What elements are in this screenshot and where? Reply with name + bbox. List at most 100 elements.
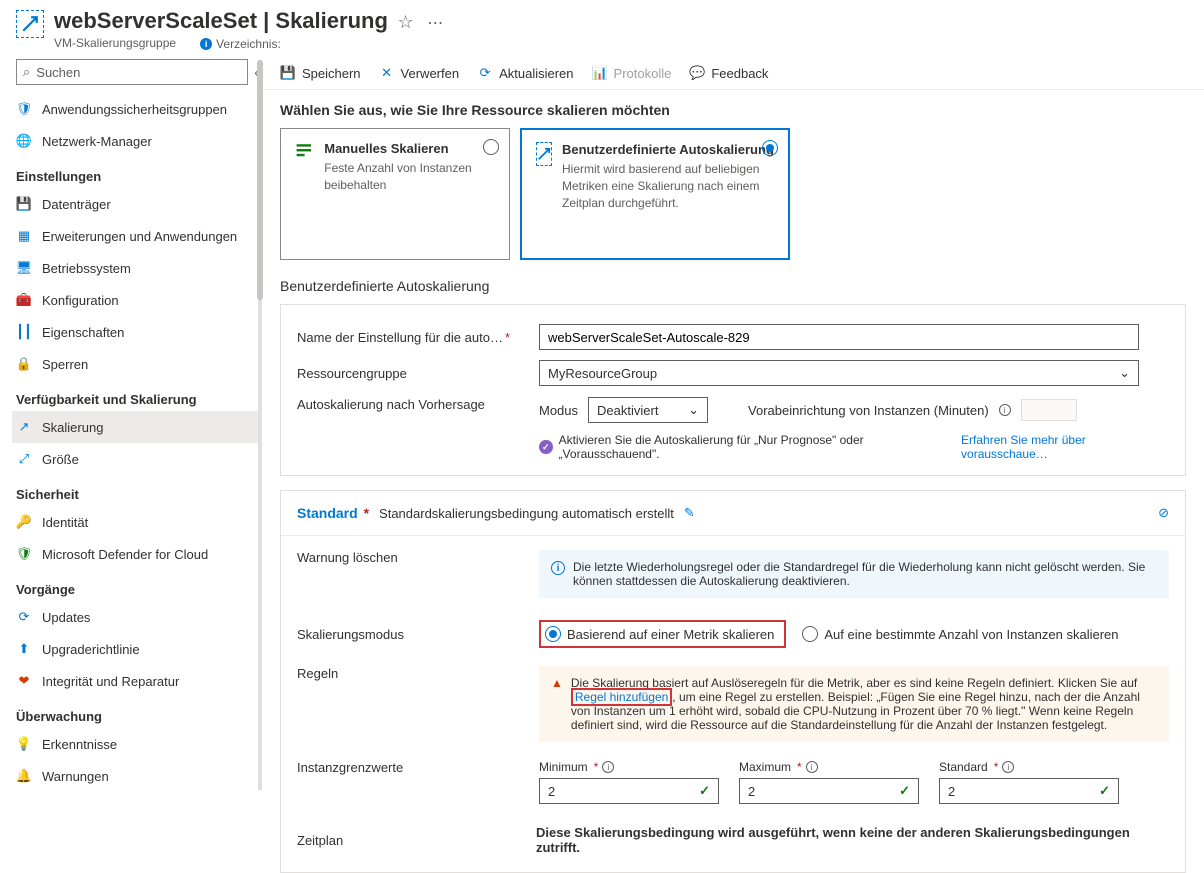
- health-icon: ❤: [16, 673, 32, 689]
- edit-icon[interactable]: ✎: [684, 505, 695, 521]
- rules-label: Regeln: [297, 666, 527, 681]
- schedule-label: Zeitplan: [297, 833, 524, 848]
- logs-button[interactable]: 📊Protokolle: [592, 65, 672, 81]
- resource-type: VM-Skalierungsgruppe: [54, 36, 176, 50]
- manual-radio[interactable]: [483, 139, 499, 155]
- chevron-down-icon: ⌄: [1119, 365, 1130, 381]
- refresh-button[interactable]: ⟳Aktualisieren: [477, 65, 573, 81]
- nav-insights[interactable]: 💡Erkenntnisse: [12, 728, 262, 760]
- network-icon: 🌐: [16, 133, 32, 149]
- nav-upgrade-policy[interactable]: ⬆Upgraderichtlinie: [12, 633, 262, 665]
- scale-icon: ↗: [16, 419, 32, 435]
- predictive-note: Aktivieren Sie die Autoskalierung für „N…: [559, 433, 955, 461]
- info-icon: i: [551, 561, 565, 575]
- manual-icon: [295, 141, 314, 165]
- info-icon[interactable]: i: [1002, 761, 1014, 773]
- nav-group-settings: Einstellungen: [16, 169, 262, 184]
- mode-select[interactable]: Deaktiviert⌄: [588, 397, 708, 423]
- page-title: webServerScaleSet | Skalierung: [54, 8, 388, 33]
- autoscale-settings-block: Name der Einstellung für die auto…* Ress…: [280, 304, 1186, 476]
- nav-alerts[interactable]: 🔔Warnungen: [12, 760, 262, 792]
- properties-icon: ┃┃: [16, 324, 32, 340]
- custom-icon: [536, 142, 552, 166]
- refresh-icon: ⟳: [477, 65, 493, 81]
- nav-defender[interactable]: 🛡Microsoft Defender for Cloud: [12, 538, 262, 570]
- radio-off-icon: [802, 626, 818, 642]
- check-icon: ✓: [1099, 783, 1110, 799]
- delete-warning-label: Warnung löschen: [297, 550, 527, 565]
- defender-icon: 🛡: [16, 546, 32, 562]
- scale-mode-label: Skalierungsmodus: [297, 627, 527, 642]
- standard-condition-block: Standard * Standardskalierungsbedingung …: [280, 490, 1186, 873]
- main-content: 💾Speichern ✕Verwerfen ⟳Aktualisieren 📊Pr…: [262, 55, 1204, 873]
- mode-label: Modus: [539, 403, 578, 418]
- discard-button[interactable]: ✕Verwerfen: [379, 65, 460, 81]
- nav-size[interactable]: ⤢Größe: [12, 443, 262, 475]
- more-menu-icon[interactable]: ⋯: [427, 15, 443, 32]
- setting-name-label: Name der Einstellung für die auto…*: [297, 330, 527, 345]
- size-icon: ⤢: [16, 451, 32, 467]
- lock-icon: 🔒: [16, 356, 32, 372]
- schedule-note: Diese Skalierungsbedingung wird ausgefüh…: [536, 825, 1169, 855]
- toolbar: 💾Speichern ✕Verwerfen ⟳Aktualisieren 📊Pr…: [262, 55, 1204, 89]
- info-icon[interactable]: i: [806, 761, 818, 773]
- info-icon[interactable]: i: [999, 404, 1011, 416]
- predictive-label: Autoskalierung nach Vorhersage: [297, 397, 527, 412]
- nav-health[interactable]: ❤Integrität und Reparatur: [12, 665, 262, 697]
- scale-mode-metric-radio[interactable]: Basierend auf einer Metrik skalieren: [545, 626, 774, 642]
- nav-scaling[interactable]: ↗Skalierung: [12, 411, 262, 443]
- updates-icon: ⟳: [16, 609, 32, 625]
- nav-network-manager[interactable]: 🌐Netzwerk-Manager: [12, 125, 262, 157]
- min-input[interactable]: 2✓: [539, 778, 719, 804]
- save-button[interactable]: 💾Speichern: [280, 65, 361, 81]
- resource-group-label: Ressourcengruppe: [297, 366, 527, 381]
- resource-icon: [16, 10, 44, 38]
- manual-scale-card[interactable]: Manuelles Skalieren Feste Anzahl von Ins…: [280, 128, 510, 260]
- nav-disks[interactable]: 💾Datenträger: [12, 188, 262, 220]
- add-rule-link[interactable]: Regel hinzufügen: [575, 690, 668, 704]
- custom-autoscale-title: Benutzerdefinierte Autoskalierung: [262, 260, 1204, 304]
- scale-choice-heading: Wählen Sie aus, wie Sie Ihre Ressource s…: [262, 90, 1204, 128]
- custom-desc: Hiermit wird basierend auf beliebigen Me…: [562, 161, 774, 211]
- setting-name-input[interactable]: [539, 324, 1139, 350]
- disk-icon: 💾: [16, 196, 32, 212]
- logs-icon: 📊: [592, 65, 608, 81]
- nav-os[interactable]: 🖥Betriebssystem: [12, 252, 262, 284]
- extension-icon: ▦: [16, 228, 32, 244]
- insights-icon: 💡: [16, 736, 32, 752]
- scale-mode-count-radio[interactable]: Auf eine bestimmte Anzahl von Instanzen …: [802, 626, 1118, 642]
- delete-condition-icon[interactable]: ⊘: [1158, 505, 1169, 521]
- nav-app-security-groups[interactable]: 🛡Anwendungssicherheitsgruppen: [12, 93, 262, 125]
- nav-updates[interactable]: ⟳Updates: [12, 601, 262, 633]
- key-icon: 🔑: [16, 514, 32, 530]
- max-input[interactable]: 2✓: [739, 778, 919, 804]
- directory-info: i Verzeichnis:: [200, 37, 281, 51]
- search-input[interactable]: ⌕ Suchen: [16, 59, 248, 85]
- delete-warning-box: i Die letzte Wiederholungsregel oder die…: [539, 550, 1169, 598]
- highlighted-metric-option: Basierend auf einer Metrik skalieren: [539, 620, 786, 648]
- preprov-input: [1021, 399, 1077, 421]
- feedback-button[interactable]: 💬Feedback: [689, 65, 768, 81]
- nav-extensions[interactable]: ▦Erweiterungen und Anwendungen: [12, 220, 262, 252]
- predictive-learn-link[interactable]: Erfahren Sie mehr über vorausschaue…: [961, 433, 1169, 461]
- save-icon: 💾: [280, 65, 296, 81]
- nav-identity[interactable]: 🔑Identität: [12, 506, 262, 538]
- default-input[interactable]: 2✓: [939, 778, 1119, 804]
- favorite-star-icon[interactable]: ☆: [398, 12, 414, 32]
- nav-group-availability: Verfügbarkeit und Skalierung: [16, 392, 262, 407]
- nav-properties[interactable]: ┃┃Eigenschaften: [12, 316, 262, 348]
- monitor-icon: 🖥: [16, 260, 32, 276]
- discard-icon: ✕: [379, 65, 395, 81]
- chevron-down-icon: ⌄: [688, 402, 699, 418]
- nav-config[interactable]: 🧰Konfiguration: [12, 284, 262, 316]
- custom-title: Benutzerdefinierte Autoskalierung: [562, 142, 774, 157]
- nav-locks[interactable]: 🔒Sperren: [12, 348, 262, 380]
- custom-scale-card[interactable]: Benutzerdefinierte Autoskalierung Hiermi…: [520, 128, 790, 260]
- sidebar: ⌕ Suchen « 🛡Anwendungssicherheitsgruppen…: [0, 55, 262, 873]
- predictive-badge-icon: ✓: [539, 440, 553, 454]
- custom-radio[interactable]: [762, 140, 778, 156]
- info-icon[interactable]: i: [602, 761, 614, 773]
- upgrade-icon: ⬆: [16, 641, 32, 657]
- manual-title: Manuelles Skalieren: [324, 141, 495, 156]
- resource-group-select[interactable]: MyResourceGroup⌄: [539, 360, 1139, 386]
